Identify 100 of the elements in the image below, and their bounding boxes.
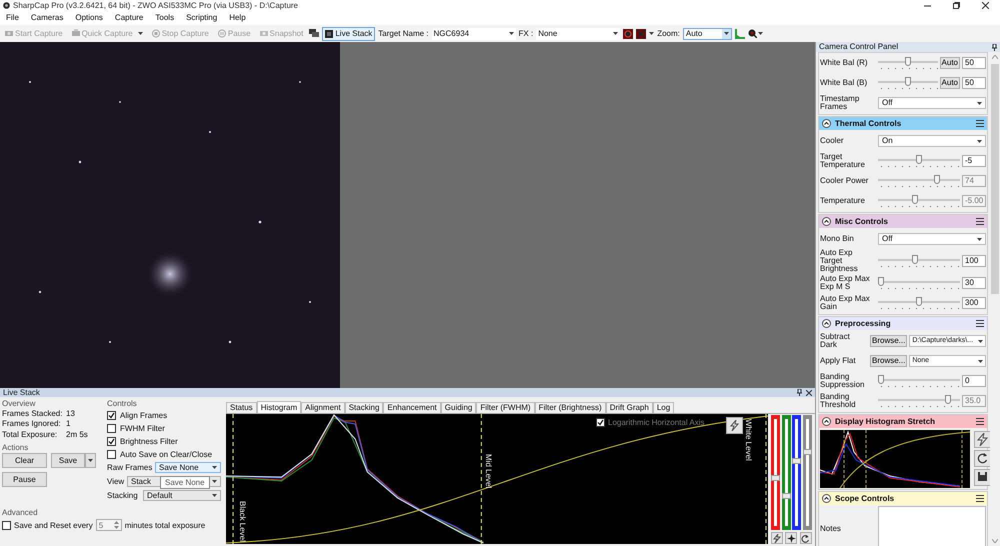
tab[interactable]: Status <box>226 402 257 413</box>
pin-icon[interactable] <box>797 389 802 396</box>
cross-icon[interactable] <box>636 28 646 38</box>
menu-item[interactable]: Capture <box>114 13 144 23</box>
dropdown[interactable]: Default <box>143 490 221 502</box>
slider-thumb[interactable] <box>878 276 884 286</box>
browse-button[interactable]: Browse... <box>870 335 908 347</box>
section-header[interactable]: Display Histogram Stretch <box>819 415 987 428</box>
slider-thumb[interactable] <box>916 296 922 306</box>
chevron-up-icon[interactable] <box>822 217 831 226</box>
chevron-up-icon[interactable] <box>822 119 831 128</box>
fx-dropdown[interactable]: None <box>536 28 620 40</box>
browse-button[interactable]: Browse... <box>870 355 908 367</box>
checkbox-label[interactable]: FWHM Filter <box>120 424 165 433</box>
crosshair-icon[interactable] <box>623 28 634 38</box>
monitor-icon[interactable] <box>309 29 320 38</box>
chevron-up-icon[interactable] <box>822 494 831 503</box>
slider-thumb[interactable] <box>904 76 911 86</box>
save-menu-button[interactable] <box>85 452 96 468</box>
slider-thumb[interactable] <box>792 458 802 464</box>
slider-thumb[interactable] <box>912 254 918 264</box>
menu-item[interactable]: Help <box>229 13 246 23</box>
tab[interactable]: Filter (Brightness) <box>534 402 606 413</box>
menu-icon[interactable] <box>976 218 984 225</box>
menu-icon[interactable] <box>976 495 984 502</box>
tab[interactable]: Enhancement <box>383 402 441 413</box>
checkbox-label[interactable]: Save and Reset every <box>14 520 93 530</box>
menu-item[interactable]: Cameras <box>30 13 64 23</box>
dropdown[interactable]: On <box>878 135 986 147</box>
value-field[interactable]: 50 <box>962 77 986 89</box>
value-field[interactable]: 30 <box>962 277 986 289</box>
chevron-up-icon[interactable] <box>822 417 831 426</box>
number-field[interactable]: 5 <box>96 519 122 532</box>
channel-slider[interactable] <box>782 415 791 530</box>
value-field[interactable]: -5 <box>962 155 986 167</box>
auto-button[interactable]: Auto <box>940 57 960 69</box>
channel-slider[interactable] <box>770 415 780 530</box>
slider-thumb[interactable] <box>803 448 812 455</box>
menu-icon[interactable] <box>976 320 984 327</box>
checkbox-label[interactable]: Logarithmic Horizontal Axis <box>608 418 704 428</box>
value-field[interactable]: 100 <box>962 255 986 267</box>
menu-item[interactable]: File <box>6 13 19 23</box>
checkbox-label[interactable]: Align Frames <box>120 410 168 420</box>
target-name-field[interactable]: NGC6934 <box>432 28 516 40</box>
tab[interactable]: Alignment <box>301 402 345 413</box>
tab[interactable]: Guiding <box>440 402 476 413</box>
maximize-icon[interactable] <box>953 2 960 9</box>
dropdown[interactable]: Off <box>878 233 986 245</box>
value-field[interactable]: 0 <box>962 375 986 387</box>
auto-button[interactable]: Auto <box>940 77 960 89</box>
tab[interactable]: Histogram <box>256 401 302 413</box>
magnifier-icon[interactable] <box>748 29 757 38</box>
tab[interactable]: Stacking <box>344 402 384 413</box>
checkbox[interactable] <box>107 450 116 459</box>
checkbox[interactable] <box>107 410 116 420</box>
pause-button[interactable]: Pause <box>2 472 47 487</box>
section-header[interactable]: Preprocessing <box>819 317 987 330</box>
checkbox-label[interactable]: Auto Save on Clear/Close <box>120 450 212 459</box>
section-header[interactable]: Scope Controls <box>819 492 987 505</box>
tab[interactable]: Log <box>652 402 674 413</box>
histogram-button[interactable] <box>785 532 798 544</box>
slider-thumb[interactable] <box>878 374 884 384</box>
histogram-button[interactable] <box>974 469 990 486</box>
checkbox[interactable] <box>107 436 116 446</box>
menu-icon[interactable] <box>976 120 984 127</box>
scrollbar-thumb[interactable] <box>991 64 999 294</box>
menu-item[interactable]: Scripting <box>186 13 218 23</box>
clear-button[interactable]: Clear <box>2 452 47 468</box>
menu-item[interactable]: Tools <box>155 13 174 23</box>
chevron-up-icon[interactable] <box>822 319 831 328</box>
slider-thumb[interactable] <box>904 56 911 66</box>
value-field[interactable]: 50 <box>962 57 986 69</box>
pin-icon[interactable] <box>992 44 997 50</box>
menu-icon[interactable] <box>976 418 984 425</box>
close-icon[interactable] <box>982 2 989 9</box>
dropdown[interactable]: Save None <box>155 462 221 474</box>
channel-slider[interactable] <box>803 415 812 530</box>
slider-thumb[interactable] <box>782 492 791 498</box>
live-stack-button[interactable]: Live Stack <box>322 26 376 40</box>
slider-thumb[interactable] <box>770 475 780 482</box>
dropdown[interactable]: Off <box>878 97 986 109</box>
notes-field[interactable] <box>878 506 986 546</box>
channel-slider[interactable] <box>792 415 802 530</box>
histogram-button[interactable] <box>974 450 990 467</box>
slider-thumb[interactable] <box>916 154 922 164</box>
checkbox[interactable] <box>596 418 605 428</box>
section-header[interactable]: Misc Controls <box>819 215 987 228</box>
zoom-dropdown[interactable]: Auto <box>682 28 732 40</box>
save-button[interactable]: Save <box>51 452 85 468</box>
tab[interactable]: Filter (FWHM) <box>476 402 535 413</box>
checkbox[interactable] <box>2 520 11 530</box>
tab[interactable]: Drift Graph <box>606 402 653 413</box>
section-header[interactable]: Thermal Controls <box>819 117 987 130</box>
histogram-button[interactable] <box>800 532 812 544</box>
scrollbar[interactable] <box>990 52 1000 546</box>
checkbox[interactable] <box>107 424 116 433</box>
menu-item[interactable]: Options <box>75 13 103 23</box>
checkbox-label[interactable]: Brightness Filter <box>120 436 178 446</box>
histogram-button[interactable] <box>771 532 784 544</box>
auto-stretch-button[interactable] <box>726 417 743 434</box>
